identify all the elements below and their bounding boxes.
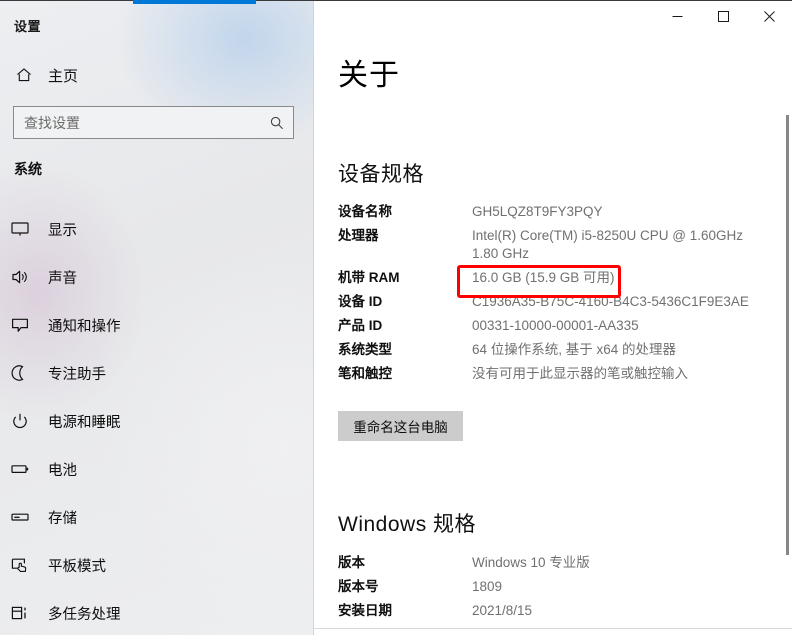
sidebar-item-sound-label: 声音	[48, 270, 77, 287]
scrollbar-thumb[interactable]	[786, 115, 789, 555]
window-top-border	[0, 0, 792, 1]
spec-value: Intel(R) Core(TM) i5-8250U CPU @ 1.60GHz…	[472, 228, 744, 261]
sidebar-item-tablet-mode-label: 平板模式	[48, 558, 106, 575]
search-input[interactable]	[14, 107, 261, 138]
minimize-icon	[672, 15, 682, 17]
spec-key: 版本	[338, 555, 365, 570]
sidebar-item-tablet-mode[interactable]: 平板模式	[0, 541, 314, 589]
table-row: 机带 RAM 16.0 GB (15.9 GB 可用)	[338, 269, 788, 287]
app-title: 设置	[14, 19, 42, 34]
sidebar-divider	[313, 0, 314, 635]
spec-key: 系统类型	[338, 342, 392, 357]
table-row: 设备名称 GH5LQZ8T9FY3PQY	[338, 203, 788, 221]
main-content: 关于 设备规格 设备名称 GH5LQZ8T9FY3PQY 处理器 Intel(R…	[314, 0, 792, 635]
close-button[interactable]	[746, 0, 792, 32]
table-row: 系统类型 64 位操作系统, 基于 x64 的处理器	[338, 341, 788, 359]
table-row: 版本号 1809	[338, 578, 788, 596]
tablet-mode-icon	[10, 556, 40, 574]
spec-value: 00331-10000-00001-AA335	[472, 318, 639, 333]
table-row: 设备 ID C1936A35-B75C-4160-B4C3-5436C1F9E3…	[338, 293, 788, 311]
sidebar-item-power-sleep-label: 电源和睡眠	[48, 414, 121, 431]
device-specs-table: 设备名称 GH5LQZ8T9FY3PQY 处理器 Intel(R) Core(T…	[338, 203, 788, 389]
maximize-icon	[717, 10, 729, 22]
notification-icon	[10, 316, 40, 334]
spec-key: 笔和触控	[338, 366, 392, 381]
spec-key: 设备 ID	[338, 294, 383, 309]
sidebar-nav-list: 显示 声音 通知和操作 专注助手 电源和睡眠 电池 存储 平板模式 多任务处理	[0, 205, 314, 635]
sidebar-item-storage[interactable]: 存储	[0, 493, 314, 541]
close-icon	[763, 10, 775, 22]
table-row: 安装日期 2021/8/15	[338, 602, 788, 620]
maximize-button[interactable]	[700, 0, 746, 32]
spec-key: 安装日期	[338, 603, 392, 618]
spec-key: 机带 RAM	[338, 270, 400, 285]
spec-value: 16.0 GB (15.9 GB 可用)	[472, 270, 615, 285]
table-row: 笔和触控 没有可用于此显示器的笔或触控输入	[338, 365, 788, 383]
search-icon[interactable]	[261, 115, 293, 131]
sidebar-item-power-sleep[interactable]: 电源和睡眠	[0, 397, 314, 445]
sidebar-item-notifications[interactable]: 通知和操作	[0, 301, 314, 349]
sidebar: 设置 主页 系统	[0, 0, 314, 635]
section-heading-windows-specs: Windows 规格	[338, 513, 477, 536]
speaker-icon	[10, 268, 40, 286]
page-title: 关于	[338, 59, 400, 92]
table-row: 版本 Windows 10 专业版	[338, 554, 788, 572]
spec-value: 1809	[472, 579, 503, 594]
power-icon	[10, 412, 40, 430]
spec-key: 设备名称	[338, 204, 392, 219]
spec-value: 2021/8/15	[472, 603, 533, 618]
moon-icon	[10, 364, 40, 382]
sidebar-item-focus-assist[interactable]: 专注助手	[0, 349, 314, 397]
content-bottom-divider	[314, 628, 792, 629]
sidebar-item-battery[interactable]: 电池	[0, 445, 314, 493]
sidebar-item-multitasking-label: 多任务处理	[48, 606, 121, 623]
monitor-icon	[10, 220, 40, 238]
spec-value: GH5LQZ8T9FY3PQY	[472, 204, 603, 219]
minimize-button[interactable]	[654, 0, 700, 32]
sidebar-group-title: 系统	[14, 161, 42, 177]
battery-icon	[10, 460, 40, 478]
table-row: 产品 ID 00331-10000-00001-AA335	[338, 317, 788, 335]
spec-key: 处理器	[338, 228, 379, 243]
sidebar-item-focus-assist-label: 专注助手	[48, 366, 106, 383]
accent-bar	[133, 0, 256, 4]
windows-specs-table: 版本 Windows 10 专业版 版本号 1809 安装日期 2021/8/1…	[338, 554, 788, 626]
home-icon	[10, 66, 38, 84]
rename-pc-button[interactable]: 重命名这台电脑	[338, 411, 463, 441]
window-controls	[654, 0, 792, 32]
table-row: 处理器 Intel(R) Core(TM) i5-8250U CPU @ 1.6…	[338, 227, 788, 263]
spec-value: Windows 10 专业版	[472, 555, 590, 570]
sidebar-item-home[interactable]: 主页	[10, 59, 160, 91]
sidebar-item-storage-label: 存储	[48, 510, 77, 527]
spec-value: 64 位操作系统, 基于 x64 的处理器	[472, 342, 677, 357]
sidebar-item-sound[interactable]: 声音	[0, 253, 314, 301]
sidebar-item-battery-label: 电池	[48, 462, 77, 479]
section-heading-device-specs: 设备规格	[338, 163, 424, 186]
spec-key: 产品 ID	[338, 318, 383, 333]
sidebar-item-home-label: 主页	[48, 67, 79, 85]
search-box[interactable]	[13, 106, 294, 139]
spec-value: 没有可用于此显示器的笔或触控输入	[472, 366, 688, 381]
multitasking-icon	[10, 604, 40, 622]
storage-icon	[10, 508, 40, 526]
sidebar-item-notifications-label: 通知和操作	[48, 318, 121, 335]
sidebar-item-display-label: 显示	[48, 222, 77, 239]
spec-key: 版本号	[338, 579, 379, 594]
sidebar-item-multitasking[interactable]: 多任务处理	[0, 589, 314, 635]
sidebar-item-display[interactable]: 显示	[0, 205, 314, 253]
settings-window: 设置 主页 系统	[0, 0, 792, 635]
spec-value: C1936A35-B75C-4160-B4C3-5436C1F9E3AE	[472, 294, 749, 309]
